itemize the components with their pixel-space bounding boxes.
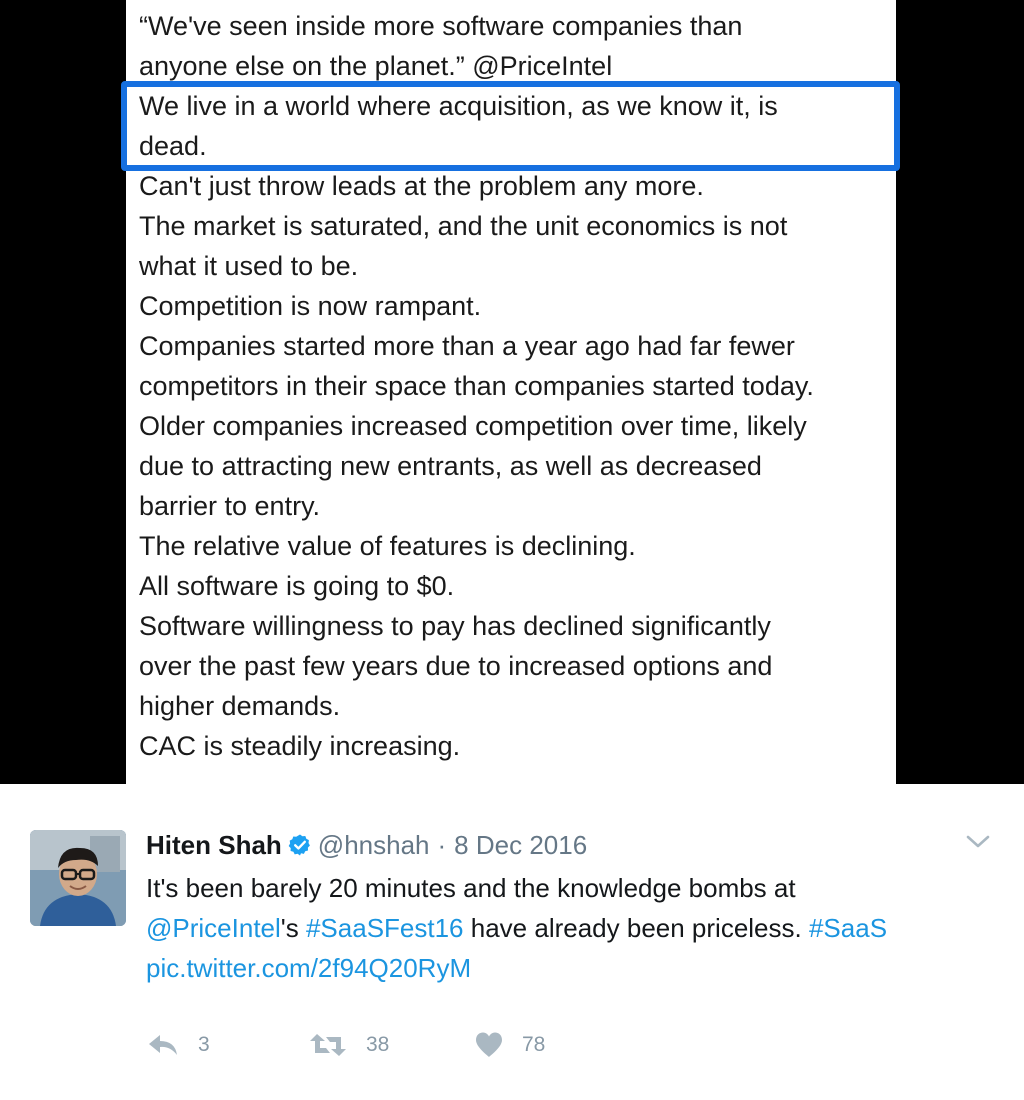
tweet-text-line: @PriceIntel's #SaaSFest16 have already b… [146, 908, 986, 948]
notes-line: Companies started more than a year ago h… [139, 331, 795, 361]
reply-count: 3 [198, 1033, 210, 1056]
notes-line: Older companies increased competition ov… [139, 411, 807, 441]
retweet-icon [310, 1034, 346, 1056]
reply-icon [149, 1035, 177, 1055]
tweet-text-line: pic.twitter.com/2f94Q20RyM [146, 948, 986, 988]
like-button[interactable]: 78 [474, 1031, 545, 1059]
notes-line: CAC is steadily increasing. [139, 731, 461, 761]
author-name[interactable]: Hiten Shah [146, 830, 282, 861]
tweet-date[interactable]: 8 Dec 2016 [454, 830, 587, 861]
notes-line: barrier to entry. [139, 491, 321, 521]
notes-line: Competition is now rampant. [139, 291, 482, 321]
notes-line: The market is saturated, and the unit ec… [139, 211, 788, 241]
mention-link[interactable]: @PriceIntel [146, 913, 281, 943]
notes-line: “We've seen inside more software compani… [139, 11, 743, 41]
reply-button[interactable]: 3 [146, 1032, 250, 1058]
avatar-photo-icon [30, 830, 126, 926]
tweet-text: It's been barely 20 minutes and the know… [146, 868, 986, 988]
notes-line: The relative value of features is declin… [139, 531, 636, 561]
verified-badge-icon [288, 834, 310, 856]
notes-line: Software willingness to pay has declined… [139, 611, 771, 641]
retweet-button[interactable]: 38 [308, 1031, 474, 1059]
heart-icon [476, 1032, 502, 1057]
chevron-down-icon[interactable] [966, 834, 990, 850]
tweet-text-line: It's been barely 20 minutes and the know… [146, 873, 796, 903]
notes-line: what it used to be. [139, 251, 359, 281]
tweet-header: Hiten Shah @hnshah · 8 Dec 2016 [146, 828, 587, 862]
separator-dot: · [437, 829, 447, 860]
notes-line: due to attracting new entrants, as well … [139, 451, 762, 481]
tweet-text-fragment: have already been priceless. [463, 913, 809, 943]
tweet-text-fragment: 's [280, 913, 306, 943]
author-handle[interactable]: @hnshah [318, 830, 430, 861]
notes-line: competitors in their space than companie… [139, 371, 814, 401]
tweet[interactable]: Hiten Shah @hnshah · 8 Dec 2016 It's bee… [0, 784, 1024, 1100]
notes-line: Can't just throw leads at the problem an… [139, 171, 704, 201]
notes-line: All software is going to $0. [139, 571, 455, 601]
highlight-box [121, 81, 900, 171]
retweet-count: 38 [366, 1033, 390, 1056]
notes-line: anyone else on the planet.” @PriceIntel [139, 51, 613, 81]
notes-line: over the past few years due to increased… [139, 651, 773, 681]
tweet-media-image[interactable]: “We've seen inside more software compani… [0, 0, 1024, 784]
hashtag-link[interactable]: #SaaSFest16 [306, 913, 464, 943]
avatar[interactable] [30, 830, 126, 926]
notes-line: higher demands. [139, 691, 341, 721]
hashtag-link[interactable]: #SaaS [809, 913, 887, 943]
like-count: 78 [522, 1033, 546, 1056]
tweet-actions: 3 38 78 [146, 1030, 545, 1060]
pic-link[interactable]: pic.twitter.com/2f94Q20RyM [146, 953, 471, 983]
